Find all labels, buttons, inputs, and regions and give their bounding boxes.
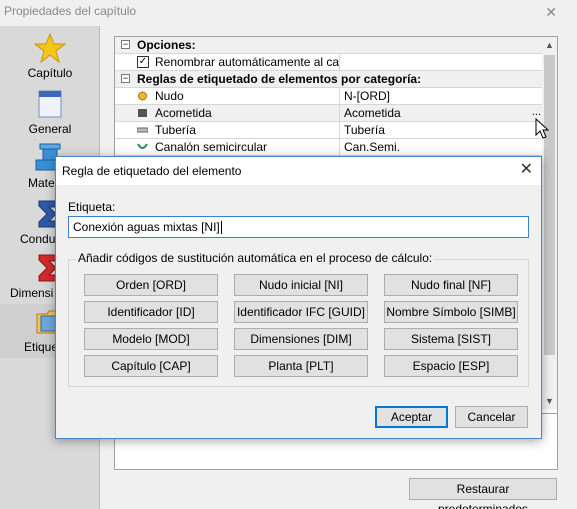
- grid-row-value[interactable]: Acometida: [341, 105, 543, 122]
- grid-row-tuberia[interactable]: Tubería Tubería: [115, 122, 543, 139]
- code-button-cap[interactable]: Capítulo [CAP]: [84, 355, 218, 377]
- grid-row-value: [341, 54, 543, 71]
- code-button-ord[interactable]: Orden [ORD]: [84, 274, 218, 296]
- grid-scrollbar[interactable]: ▲ ▼: [542, 37, 557, 409]
- grid-category-reglas[interactable]: − Reglas de etiquetado de elementos por …: [115, 71, 543, 88]
- accept-button[interactable]: Aceptar: [375, 406, 448, 428]
- code-button-simb[interactable]: Nombre Símbolo [SIMB]: [384, 301, 518, 323]
- window-close-button[interactable]: ✕: [545, 4, 557, 21]
- code-button-nf[interactable]: Nudo final [NF]: [384, 274, 518, 296]
- close-icon[interactable]: ✕: [520, 161, 533, 179]
- grid-row-value: Can.Semi.: [344, 140, 401, 154]
- code-button-plt[interactable]: Planta [PLT]: [234, 355, 368, 377]
- scroll-down-icon[interactable]: ▼: [542, 393, 557, 409]
- grid-row-canalon[interactable]: Canalón semicircular Can.Semi.: [115, 139, 543, 156]
- grid-category-label: Opciones:: [137, 38, 196, 52]
- window-titlebar: Propiedades del capítulo ✕: [0, 0, 577, 26]
- grid-category-label: Reglas de etiquetado de elementos por ca…: [137, 72, 422, 86]
- sidebar-item-label: General: [28, 122, 72, 136]
- grid-category-opciones[interactable]: − Opciones:: [115, 37, 543, 54]
- codes-group-title: Añadir códigos de sustitución automática…: [76, 251, 435, 265]
- document-icon: [38, 90, 62, 118]
- code-button-esp[interactable]: Espacio [ESP]: [384, 355, 518, 377]
- label-input[interactable]: Conexión aguas mixtas [NI]: [68, 216, 529, 238]
- star-icon: [34, 32, 66, 64]
- scrollbar-thumb[interactable]: [544, 55, 555, 355]
- text-caret: [220, 221, 222, 235]
- window-title: Propiedades del capítulo: [4, 4, 137, 18]
- grid-row-acometida[interactable]: Acometida Acometida ...: [115, 105, 543, 122]
- grid-row-label: Acometida: [115, 105, 340, 122]
- ellipsis-button[interactable]: ...: [532, 105, 541, 119]
- dialog-title: Regla de etiquetado del elemento: [62, 164, 242, 178]
- code-button-mod[interactable]: Modelo [MOD]: [84, 328, 218, 350]
- label-input-value: Conexión aguas mixtas [NI]: [73, 220, 220, 234]
- grid-row-label: Nudo: [115, 88, 340, 105]
- code-button-ni[interactable]: Nudo inicial [NI]: [234, 274, 368, 296]
- label-field-caption: Etiqueta:: [68, 200, 116, 214]
- restore-defaults-button[interactable]: Restaurar predeterminados: [409, 478, 557, 509]
- mouse-pointer-icon: [535, 118, 549, 139]
- sidebar-item-label: Capítulo: [27, 66, 73, 80]
- sidebar-item-capitulo[interactable]: Capítulo: [0, 30, 100, 84]
- cancel-button[interactable]: Cancelar: [455, 406, 528, 428]
- sidebar-item-general[interactable]: General: [0, 86, 100, 140]
- code-button-id[interactable]: Identificador [ID]: [84, 301, 218, 323]
- code-button-sist[interactable]: Sistema [SIST]: [384, 328, 518, 350]
- grid-row-nudo[interactable]: Nudo N-[ORD]: [115, 88, 543, 105]
- grid-row-label: Tubería: [115, 122, 340, 139]
- code-button-guid[interactable]: Identificador IFC [GUID]: [234, 301, 368, 323]
- grid-row-renombrar[interactable]: ✓ Renombrar automáticamente al calc...: [115, 54, 543, 71]
- grid-row-value: Tubería: [344, 123, 385, 137]
- grid-row-label: Canalón semicircular: [115, 139, 340, 156]
- scroll-up-icon[interactable]: ▲: [542, 37, 557, 53]
- code-button-dim[interactable]: Dimensiones [DIM]: [234, 328, 368, 350]
- grid-row-label: Renombrar automáticamente al calc...: [115, 54, 340, 71]
- label-rule-dialog: Regla de etiquetado del elemento ✕ Etiqu…: [55, 156, 542, 439]
- grid-row-value: N-[ORD]: [344, 89, 390, 103]
- dialog-titlebar: Regla de etiquetado del elemento ✕: [56, 157, 541, 185]
